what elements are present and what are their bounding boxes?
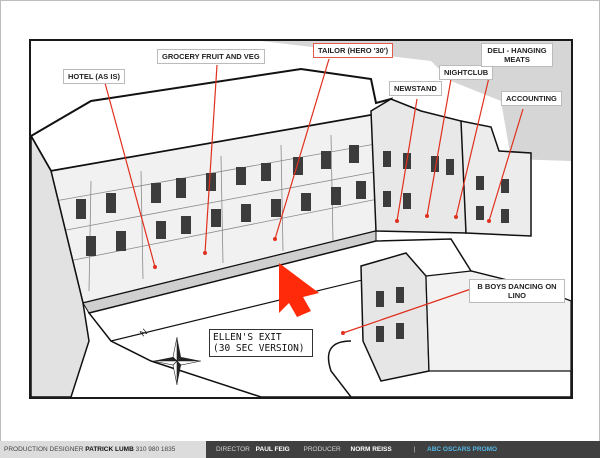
- label-newsstand: NEWSTAND: [389, 81, 442, 96]
- designer-name: PATRICK LUMB: [85, 446, 134, 453]
- designer-credit: PRODUCTION DESIGNER PATRICK LUMB 310 980…: [4, 441, 175, 458]
- project-title: ABC OSCARS PROMO: [427, 446, 498, 453]
- ellens-exit-version: (30 SEC VERSION): [213, 343, 305, 354]
- designer-phone: 310 980 1835: [135, 446, 176, 453]
- production-credits: DIRECTOR PAUL FEIG PRODUCER NORM REISS |…: [206, 441, 600, 458]
- ellens-exit-label: ELLEN'S EXIT (30 SEC VERSION): [209, 329, 313, 357]
- director-role: DIRECTOR: [216, 446, 250, 453]
- label-bboys: B BOYS DANCING ON LINO: [469, 279, 565, 303]
- footer-separator: |: [413, 446, 416, 453]
- label-deli: DELI - HANGING MEATS: [481, 43, 553, 67]
- label-accounting: ACCOUNTING: [501, 91, 562, 106]
- producer-role: PRODUCER: [303, 446, 341, 453]
- label-grocery: GROCERY FRUIT AND VEG: [157, 49, 265, 64]
- storyboard-sheet: N HOTEL (AS IS) GROCERY FRUIT AND VEG TA…: [0, 0, 600, 442]
- title-block-footer: PRODUCTION DESIGNER PATRICK LUMB 310 980…: [0, 441, 600, 458]
- label-tailor: TAILOR (HERO '30'): [313, 43, 394, 58]
- label-nightclub: NIGHTCLUB: [439, 65, 494, 80]
- ellens-exit-title: ELLEN'S EXIT: [213, 332, 282, 343]
- director-name: PAUL FEIG: [255, 446, 290, 453]
- label-hotel: HOTEL (AS IS): [63, 69, 125, 84]
- producer-name: NORM REISS: [350, 446, 392, 453]
- designer-role: PRODUCTION DESIGNER: [4, 446, 84, 453]
